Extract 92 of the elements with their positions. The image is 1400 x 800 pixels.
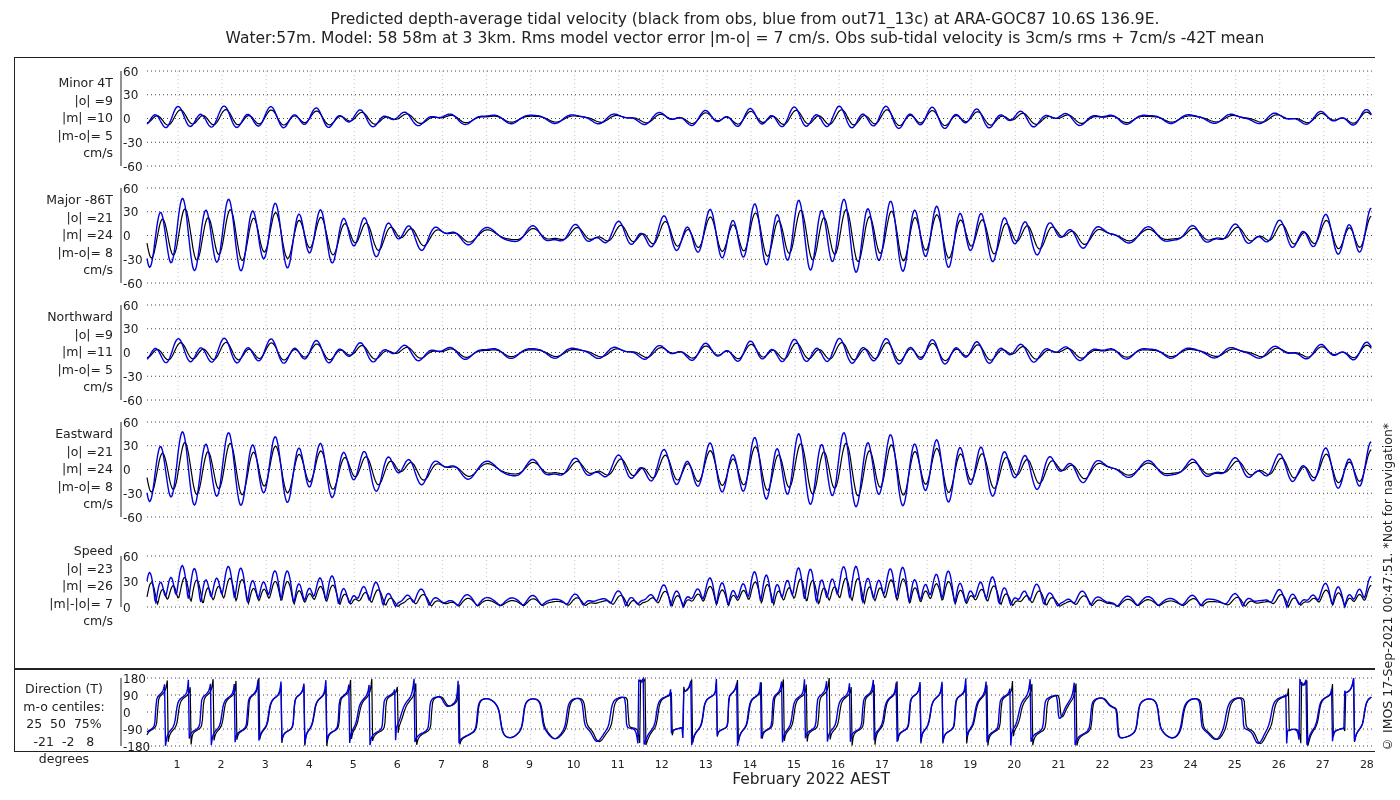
x-tick-label: 16 <box>831 758 846 771</box>
x-tick-label: 8 <box>482 758 489 771</box>
y-tick-label: 30 <box>122 88 139 103</box>
y-tick-label: 30 <box>122 322 139 337</box>
x-tick-label: 18 <box>919 758 934 771</box>
y-tick-label: 60 <box>122 181 139 196</box>
y-tick-label: 0 <box>122 600 131 615</box>
y-tick-label: 30 <box>122 439 139 454</box>
panel-label: cm/s <box>83 144 113 162</box>
x-tick-label: 6 <box>393 758 401 771</box>
chart-title: Water:57m. Model: 58 58m at 3 3km. Rms model vector error |m-o| = 7 cm/s. Obs sub-tidal velocity is 3cm/s rms + 7cm/s -42T mean <box>225 28 1265 48</box>
x-tick-label: 19 <box>963 758 978 771</box>
panel-label: Speed <box>73 542 113 560</box>
panel-label: |o| =23 <box>66 559 113 577</box>
panel-label: |m-o|= 8 <box>57 477 113 495</box>
y-tick-label: 30 <box>122 575 139 589</box>
panel-label: |m| =11 <box>61 343 113 361</box>
panel-label: Direction (T) <box>25 680 103 698</box>
x-tick-label: 14 <box>742 758 757 771</box>
panel-label: Major -86T <box>46 191 113 209</box>
x-tick-label: 28 <box>1359 758 1374 771</box>
panel-label: |m-o|= 8 <box>57 243 113 261</box>
x-tick-label: 22 <box>1095 758 1110 771</box>
y-tick-label: -30 <box>122 369 143 384</box>
y-axis-line <box>120 555 122 608</box>
x-tick-label: 25 <box>1227 758 1242 771</box>
x-tick-label: 1 <box>173 758 181 771</box>
panel-label: |m| =24 <box>61 460 113 478</box>
panel-label: m-o centiles: <box>23 697 105 715</box>
y-tick-label: 0 <box>122 705 131 720</box>
x-tick-label: 27 <box>1315 758 1330 771</box>
panel-label: Minor 4T <box>58 74 113 92</box>
y-tick-label: 60 <box>122 298 139 313</box>
panel-label: |o| =21 <box>66 208 113 226</box>
panel-label: |o| =21 <box>66 442 113 460</box>
panel-label: |m-o|= 5 <box>57 126 113 144</box>
y-axis-line <box>120 677 122 747</box>
x-tick-label: 3 <box>261 758 269 771</box>
x-tick-label: 21 <box>1051 758 1066 771</box>
panel-label: |m| =24 <box>61 226 113 244</box>
x-tick-label: 10 <box>566 758 581 771</box>
panel-label: |m| =10 <box>61 109 113 127</box>
y-tick-label: 0 <box>122 463 131 477</box>
y-tick-label: 60 <box>122 64 139 79</box>
y-tick-label: -60 <box>122 159 143 174</box>
panel-label: |m|-|o|= 7 <box>49 594 113 612</box>
panel-label: |m| =26 <box>61 577 113 595</box>
panel-label: cm/s <box>83 378 113 396</box>
y-tick-label: 60 <box>122 415 139 430</box>
x-tick-label: 17 <box>875 758 890 771</box>
x-tick-label: 4 <box>305 758 313 771</box>
x-tick-label: 15 <box>786 758 801 771</box>
x-tick-label: 2 <box>217 758 225 771</box>
y-tick-label: -60 <box>122 510 143 525</box>
x-tick-label: 9 <box>526 758 534 771</box>
panel-label: |o| =9 <box>74 91 113 109</box>
y-tick-label: 60 <box>122 549 139 564</box>
panel-label: cm/s <box>83 612 113 630</box>
x-tick-label: 26 <box>1271 758 1286 771</box>
x-axis-label: February 2022 AEST <box>732 770 890 788</box>
x-tick-label: 24 <box>1183 758 1198 771</box>
y-tick-label: -60 <box>122 393 143 408</box>
panel-label: degrees <box>38 750 90 768</box>
x-tick-label: 13 <box>698 758 713 771</box>
y-tick-label: 90 <box>122 688 139 703</box>
panel-label: |o| =9 <box>74 325 113 343</box>
x-tick-label: 7 <box>437 758 445 771</box>
copyright-note: © IMOS 17-Sep-2021 00:47:51. *Not for navigation* <box>1379 421 1396 752</box>
y-tick-label: 0 <box>122 346 131 360</box>
x-tick-label: 12 <box>654 758 669 771</box>
panel-label: Northward <box>47 308 113 326</box>
panel-label: 25 50 75% <box>26 715 102 733</box>
y-tick-label: 0 <box>122 112 131 126</box>
panel-label: -21 -2 8 <box>33 732 95 750</box>
chart-title: Predicted depth-average tidal velocity (black from obs, blue from out71_13c) at ARA-GOC87 10.6S 136.9E. <box>330 9 1160 29</box>
x-tick-label: 11 <box>610 758 625 771</box>
panel-label: Eastward <box>55 425 113 443</box>
panel-label: cm/s <box>83 495 113 513</box>
y-tick-label: 0 <box>122 229 131 243</box>
panel-label: cm/s <box>83 261 113 279</box>
y-tick-label: -30 <box>122 252 143 267</box>
y-tick-label: -60 <box>122 276 143 291</box>
y-tick-label: -30 <box>122 135 143 150</box>
y-tick-label: 180 <box>122 671 146 686</box>
y-tick-label: -90 <box>122 722 143 737</box>
y-tick-label: -30 <box>122 486 143 501</box>
x-tick-label: 5 <box>349 758 357 771</box>
panel-label: |m-o|= 5 <box>57 360 113 378</box>
y-tick-label: 30 <box>122 205 139 220</box>
y-tick-label: -180 <box>122 739 151 751</box>
x-tick-label: 20 <box>1007 758 1022 771</box>
x-tick-label: 23 <box>1139 758 1154 771</box>
